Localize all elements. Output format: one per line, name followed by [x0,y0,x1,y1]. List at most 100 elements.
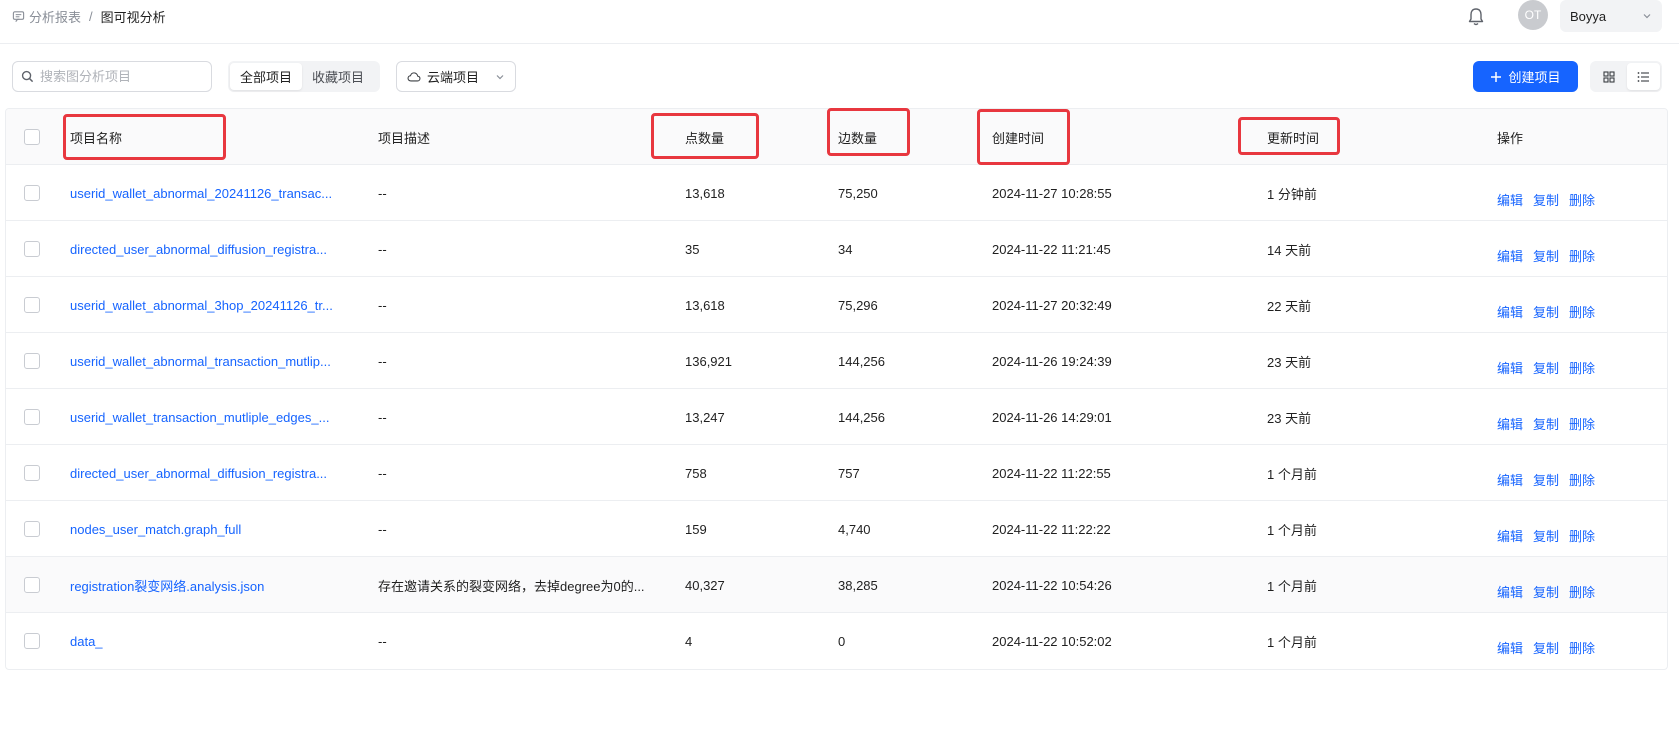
list-icon [1637,71,1649,82]
project-desc: -- [378,633,387,649]
copy-button[interactable]: 复制 [1533,302,1559,321]
edit-button[interactable]: 编辑 [1497,414,1523,433]
search-input[interactable] [40,69,200,84]
edit-button[interactable]: 编辑 [1497,190,1523,209]
table-row: registration裂变网络.analysis.json 存在邀请关系的裂变… [6,557,1667,613]
chevron-down-icon [496,74,504,79]
project-desc: -- [378,185,387,201]
updated-time: 14 天前 [1267,242,1312,258]
highlight-box-name-header [63,114,226,160]
row-actions: 编辑 复制 删除 [1497,302,1595,321]
edit-button[interactable]: 编辑 [1497,358,1523,377]
copy-button[interactable]: 复制 [1533,638,1559,657]
edit-button[interactable]: 编辑 [1497,526,1523,545]
project-desc: 存在邀请关系的裂变网络，去掉degree为0的... [378,578,645,594]
row-checkbox[interactable] [24,353,40,369]
breadcrumb-parent[interactable]: 分析报表 [12,7,81,26]
table-row: directed_user_abnormal_diffusion_registr… [6,221,1667,277]
select-all-checkbox[interactable] [24,129,40,145]
row-checkbox[interactable] [24,241,40,257]
edit-button[interactable]: 编辑 [1497,638,1523,657]
project-desc: -- [378,465,387,481]
project-name-link[interactable]: userid_wallet_abnormal_transaction_mutli… [70,333,352,389]
node-count: 13,247 [685,409,725,425]
row-checkbox[interactable] [24,633,40,649]
tab-favorite-projects[interactable]: 收藏项目 [302,63,374,90]
project-desc: -- [378,521,387,537]
created-time: 2024-11-22 11:22:55 [992,465,1111,481]
copy-button[interactable]: 复制 [1533,190,1559,209]
copy-button[interactable]: 复制 [1533,470,1559,489]
project-name-link[interactable]: userid_wallet_abnormal_20241126_transac.… [70,165,352,221]
row-actions: 编辑 复制 删除 [1497,190,1595,209]
updated-time: 1 个月前 [1267,578,1317,594]
project-name-link[interactable]: userid_wallet_transaction_mutliple_edges… [70,389,352,445]
delete-button[interactable]: 删除 [1569,358,1595,377]
user-menu-select[interactable]: Boyya [1560,0,1662,32]
report-icon [12,11,25,22]
project-source-select[interactable]: 云端项目 [396,61,516,92]
edit-button[interactable]: 编辑 [1497,302,1523,321]
plus-icon [1491,71,1502,82]
row-checkbox[interactable] [24,465,40,481]
table-row: directed_user_abnormal_diffusion_registr… [6,445,1667,501]
delete-button[interactable]: 删除 [1569,302,1595,321]
copy-button[interactable]: 复制 [1533,358,1559,377]
delete-button[interactable]: 删除 [1569,246,1595,265]
delete-button[interactable]: 删除 [1569,582,1595,601]
created-time: 2024-11-22 11:21:45 [992,241,1111,257]
copy-button[interactable]: 复制 [1533,582,1559,601]
project-name-link[interactable]: directed_user_abnormal_diffusion_registr… [70,221,352,277]
create-project-label: 创建项目 [1508,70,1561,85]
row-actions: 编辑 复制 删除 [1497,526,1595,545]
table-row: userid_wallet_abnormal_20241126_transac.… [6,165,1667,221]
search-box[interactable] [12,61,212,92]
copy-button[interactable]: 复制 [1533,414,1559,433]
tab-all-projects[interactable]: 全部项目 [230,63,303,90]
delete-button[interactable]: 删除 [1569,526,1595,545]
table-row: userid_wallet_abnormal_3hop_20241126_tr.… [6,277,1667,333]
delete-button[interactable]: 删除 [1569,414,1595,433]
edit-button[interactable]: 编辑 [1497,582,1523,601]
project-name-link[interactable]: nodes_user_match.graph_full [70,501,352,557]
breadcrumb-current: 图可视分析 [100,10,166,25]
project-filter-tabs: 全部项目 收藏项目 [228,61,380,92]
project-name-link[interactable]: registration裂变网络.analysis.json [70,557,352,613]
highlight-box-created-header [977,109,1070,165]
project-name-link[interactable]: directed_user_abnormal_diffusion_registr… [70,445,352,501]
view-mode-toggle [1590,61,1662,92]
copy-button[interactable]: 复制 [1533,526,1559,545]
edge-count: 75,296 [838,297,878,313]
row-checkbox[interactable] [24,409,40,425]
notification-bell-icon[interactable] [1465,6,1487,28]
project-name-link[interactable]: data_ [70,613,352,669]
project-name-link[interactable]: userid_wallet_abnormal_3hop_20241126_tr.… [70,277,352,333]
list-view-button[interactable] [1627,63,1660,90]
delete-button[interactable]: 删除 [1569,638,1595,657]
project-desc: -- [378,353,387,369]
search-icon [21,70,34,83]
avatar[interactable]: OT [1518,0,1548,30]
edit-button[interactable]: 编辑 [1497,246,1523,265]
delete-button[interactable]: 删除 [1569,470,1595,489]
delete-button[interactable]: 删除 [1569,190,1595,209]
copy-button[interactable]: 复制 [1533,246,1559,265]
cloud-icon [407,71,421,81]
grid-view-button[interactable] [1592,63,1625,90]
edge-count: 34 [838,241,853,257]
created-time: 2024-11-22 10:54:26 [992,577,1112,593]
column-header-desc: 项目描述 [378,130,431,146]
row-checkbox[interactable] [24,521,40,537]
edge-count: 144,256 [838,409,885,425]
grid-icon [1602,70,1615,83]
edit-button[interactable]: 编辑 [1497,470,1523,489]
row-checkbox[interactable] [24,185,40,201]
row-actions: 编辑 复制 删除 [1497,470,1595,489]
table-row: data_ -- 4 0 2024-11-22 10:52:02 1 个月前 编… [6,613,1667,669]
row-checkbox[interactable] [24,577,40,593]
node-count: 13,618 [685,297,725,313]
highlight-box-updated-header [1238,117,1340,155]
create-project-button[interactable]: 创建项目 [1473,61,1578,92]
table-row: userid_wallet_transaction_mutliple_edges… [6,389,1667,445]
row-checkbox[interactable] [24,297,40,313]
